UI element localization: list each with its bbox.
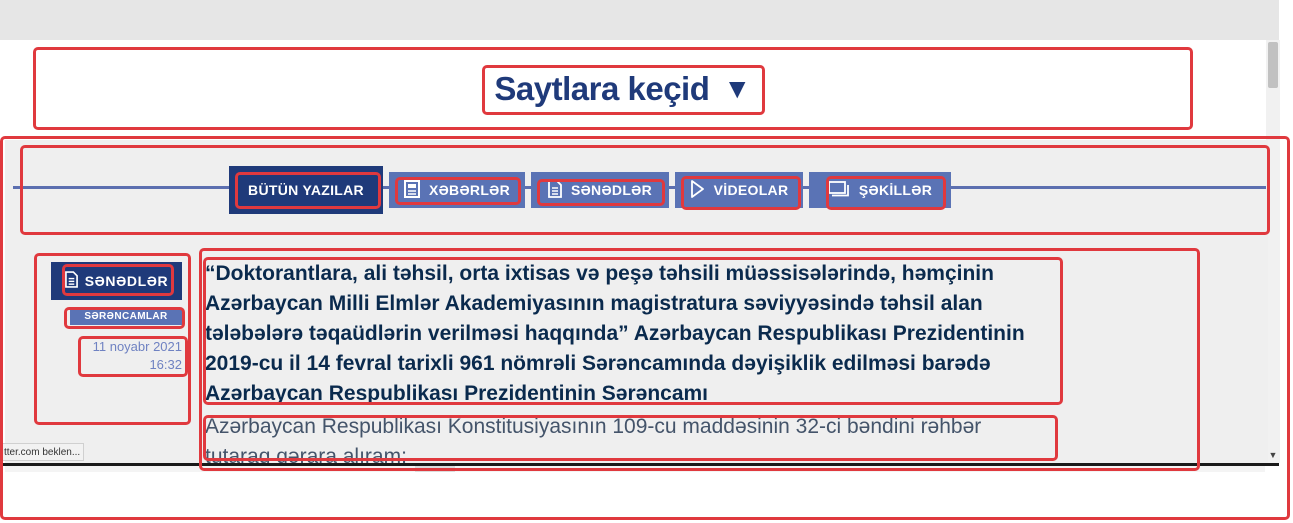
browser-top-bar <box>0 0 1279 40</box>
post-title-line: tələbələrə təqaüdlərin verilməsi haqqınd… <box>205 322 1025 345</box>
post-title-link[interactable]: “Doktorantlara, ali təhsil, orta ixtisas… <box>205 259 1065 409</box>
status-bar-text: tter.com beklen... <box>0 443 85 461</box>
post-title-line: Azərbaycan Milli Elmlər Akademiyasının m… <box>205 292 983 315</box>
tab-documents[interactable]: SƏNƏDLƏR <box>531 172 669 208</box>
play-icon <box>690 179 705 201</box>
tab-all-posts[interactable]: BÜTÜN YAZILAR <box>229 166 383 214</box>
document-icon <box>548 179 562 201</box>
post-category-badge[interactable]: SƏRƏNCAMLAR <box>70 308 182 325</box>
tab-photos[interactable]: ŞƏKİLLƏR <box>809 172 951 208</box>
tab-photos-label: ŞƏKİLLƏR <box>858 182 933 198</box>
tab-all-posts-label: BÜTÜN YAZILAR <box>248 182 364 198</box>
post-date: 11 noyabr 2021 <box>92 339 182 354</box>
post-title-line: 2019-cu il 14 fevral tarixli 961 nömrəli… <box>205 352 991 375</box>
tab-videos-label: VİDEOLAR <box>713 182 789 198</box>
horizontal-scrollbar[interactable] <box>5 466 1265 472</box>
post-time: 16:32 <box>149 357 182 372</box>
scrollbar-thumb[interactable] <box>1268 42 1278 88</box>
tab-news-label: XƏBƏRLƏR <box>428 182 511 198</box>
horizontal-scrollbar-thumb[interactable] <box>415 466 455 472</box>
post-summary-line: Azərbaycan Respublikası Konstitusiyasını… <box>205 415 982 438</box>
page-bottom-area <box>0 463 1293 523</box>
news-icon <box>403 179 420 201</box>
gallery-icon <box>827 180 850 200</box>
site-switcher-label: Saytlara keçid <box>494 70 710 107</box>
site-switcher-button[interactable]: Saytlara keçid ▼ <box>480 64 765 114</box>
tab-videos[interactable]: VİDEOLAR <box>675 172 803 208</box>
tab-documents-label: SƏNƏDLƏR <box>570 182 653 198</box>
document-icon <box>64 271 78 291</box>
post-section-label: SƏNƏDLƏR <box>84 273 169 289</box>
post-section-badge[interactable]: SƏNƏDLƏR <box>51 262 182 300</box>
scroll-down-arrow-icon[interactable]: ▼ <box>1268 448 1278 462</box>
post-title-line: Azərbaycan Respublikası Prezidentinin Sə… <box>205 382 709 405</box>
post-title-line: “Doktorantlara, ali təhsil, orta ixtisas… <box>205 262 994 285</box>
caret-down-icon: ▼ <box>723 73 751 104</box>
tab-news[interactable]: XƏBƏRLƏR <box>389 172 525 208</box>
vertical-scrollbar[interactable] <box>1266 40 1280 464</box>
